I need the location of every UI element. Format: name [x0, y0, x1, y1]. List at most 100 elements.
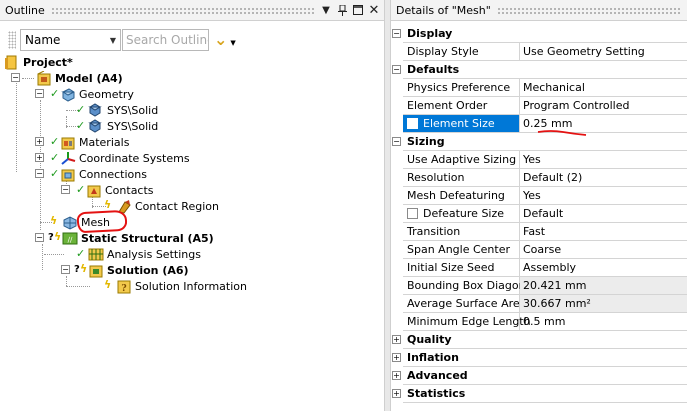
solid-icon [88, 118, 104, 134]
property-key: Mesh Defeaturing [403, 187, 520, 205]
expand-icon[interactable]: + [392, 335, 401, 344]
header-grip[interactable] [496, 6, 681, 14]
property-row[interactable]: Resolution Default (2) [391, 169, 687, 187]
parameter-checkbox[interactable] [407, 208, 418, 219]
collapse-icon[interactable]: − [392, 65, 401, 74]
collapse-icon[interactable]: − [11, 73, 20, 82]
toolbar-grip[interactable] [8, 31, 16, 49]
panel-splitter[interactable] [384, 0, 391, 411]
property-row[interactable]: Bounding Box Diagonal 20.421 mm [391, 277, 687, 295]
tree-node-materials[interactable]: + ✓ Materials [30, 134, 129, 150]
tree-node-static-structural[interactable]: − ? ϟ ∕∕ Static Structural (A5) [30, 230, 214, 246]
tree-label: SYS\Solid [107, 119, 159, 133]
property-value[interactable]: Coarse [520, 241, 687, 259]
solution-icon [88, 263, 104, 278]
category-advanced[interactable]: + Advanced [391, 367, 687, 385]
solid-icon [88, 102, 104, 118]
tree-label: Solution Information [135, 279, 247, 293]
chevron-down-icon: ⌄ [214, 30, 228, 49]
category-quality[interactable]: + Quality [391, 331, 687, 349]
collapse-icon[interactable]: − [35, 169, 44, 178]
tree-node-analysis-settings[interactable]: ✓ Analysis Settings [44, 246, 201, 262]
property-row[interactable]: Average Surface Area 30.667 mm² [391, 295, 687, 313]
tree-node-project[interactable]: Project* [4, 54, 73, 70]
tree-node-model[interactable]: − Model (A4) [6, 70, 123, 86]
filter-combo[interactable]: Name ▼ [20, 29, 121, 51]
category-inflation[interactable]: + Inflation [391, 349, 687, 367]
collapse-icon[interactable]: − [35, 233, 44, 242]
property-value[interactable]: 0.5 mm [520, 313, 687, 331]
category-label: Advanced [403, 367, 687, 385]
property-value[interactable]: Yes [520, 187, 687, 205]
property-value[interactable]: Default (2) [520, 169, 687, 187]
property-value[interactable]: Program Controlled [520, 97, 687, 115]
tree-label: Geometry [79, 87, 134, 101]
property-row[interactable]: Display Style Use Geometry Setting [391, 43, 687, 61]
tree-label: Static Structural (A5) [81, 231, 214, 245]
property-key: Physics Preference [403, 79, 520, 97]
search-options-button[interactable]: ⌄ ▼ [214, 30, 244, 50]
tree-node-geometry[interactable]: − ✓ Geometry [30, 86, 134, 102]
property-key: Initial Size Seed [403, 259, 520, 277]
tree-node-solid[interactable]: ✓ SYS\Solid [56, 118, 158, 134]
property-value[interactable]: Assembly [520, 259, 687, 277]
tree-line [44, 254, 64, 255]
tree-label: Analysis Settings [107, 247, 201, 261]
maximize-icon[interactable] [352, 3, 364, 17]
expand-icon[interactable]: + [35, 137, 44, 146]
expand-icon[interactable]: + [392, 389, 401, 398]
collapse-icon[interactable]: − [61, 265, 70, 274]
property-value[interactable]: Use Geometry Setting [520, 43, 687, 61]
expand-icon[interactable]: + [392, 353, 401, 362]
tree-line [16, 76, 17, 172]
details-title: Details of "Mesh" [396, 3, 491, 17]
close-icon[interactable]: ✕ [368, 3, 380, 18]
solution-information-icon: ? [116, 279, 132, 294]
property-row[interactable]: Span Angle Center Coarse [391, 241, 687, 259]
tree-label: SYS\Solid [107, 103, 159, 117]
outline-panel: Outline ▼ ✕ Name ▼ ⌄ ▼ Project* [0, 0, 384, 411]
header-grip[interactable] [50, 6, 314, 14]
property-value[interactable]: Yes [520, 151, 687, 169]
tree-node-contacts[interactable]: − ✓ Contacts [56, 182, 154, 198]
search-input[interactable] [122, 29, 209, 51]
tree-line [22, 78, 34, 79]
parameter-checkbox[interactable] [407, 118, 418, 129]
tree-node-solution[interactable]: − ? ϟ Solution (A6) [56, 262, 189, 278]
tree-line [42, 244, 43, 270]
property-row[interactable]: Use Adaptive Sizing Yes [391, 151, 687, 169]
category-statistics[interactable]: + Statistics [391, 385, 687, 403]
property-row[interactable]: Mesh Defeaturing Yes [391, 187, 687, 205]
svg-text:?: ? [121, 284, 126, 294]
tree-node-solution-information[interactable]: ϟ ? Solution Information [66, 278, 247, 294]
property-value[interactable]: Default [520, 205, 687, 223]
tree-label: Contact Region [135, 199, 219, 213]
category-display[interactable]: − Display [391, 25, 687, 43]
tree-label: Materials [79, 135, 130, 149]
property-value[interactable]: Fast [520, 223, 687, 241]
tree-node-connections[interactable]: − ✓ Connections [30, 166, 147, 182]
property-row[interactable]: Transition Fast [391, 223, 687, 241]
collapse-icon[interactable]: − [392, 29, 401, 38]
tree-node-coordinate-systems[interactable]: + ✓ Coordinate Systems [30, 150, 190, 166]
expand-icon[interactable]: + [392, 371, 401, 380]
collapse-icon[interactable]: − [61, 185, 70, 194]
property-key: Bounding Box Diagonal [403, 277, 535, 295]
tree-node-solid[interactable]: ✓ SYS\Solid [56, 102, 158, 118]
property-row[interactable]: Minimum Edge Length 0.5 mm [391, 313, 687, 331]
property-value[interactable]: Mechanical [520, 79, 687, 97]
collapse-icon[interactable]: − [35, 89, 44, 98]
property-row[interactable]: Initial Size Seed Assembly [391, 259, 687, 277]
property-row[interactable]: Physics Preference Mechanical [391, 79, 687, 97]
property-key-label: Element Size [423, 117, 495, 130]
collapse-icon[interactable]: − [392, 137, 401, 146]
pin-icon[interactable] [336, 3, 348, 17]
dropdown-icon[interactable]: ▼ [320, 3, 332, 17]
category-defaults[interactable]: − Defaults [391, 61, 687, 79]
expand-icon[interactable]: + [35, 153, 44, 162]
check-icon: ✓ [50, 135, 60, 148]
property-row[interactable]: Element Order Program Controlled [391, 97, 687, 115]
property-row[interactable]: Defeature Size Default [391, 205, 687, 223]
chevron-down-icon[interactable]: ▼ [106, 36, 120, 45]
check-icon: ✓ [76, 119, 86, 132]
